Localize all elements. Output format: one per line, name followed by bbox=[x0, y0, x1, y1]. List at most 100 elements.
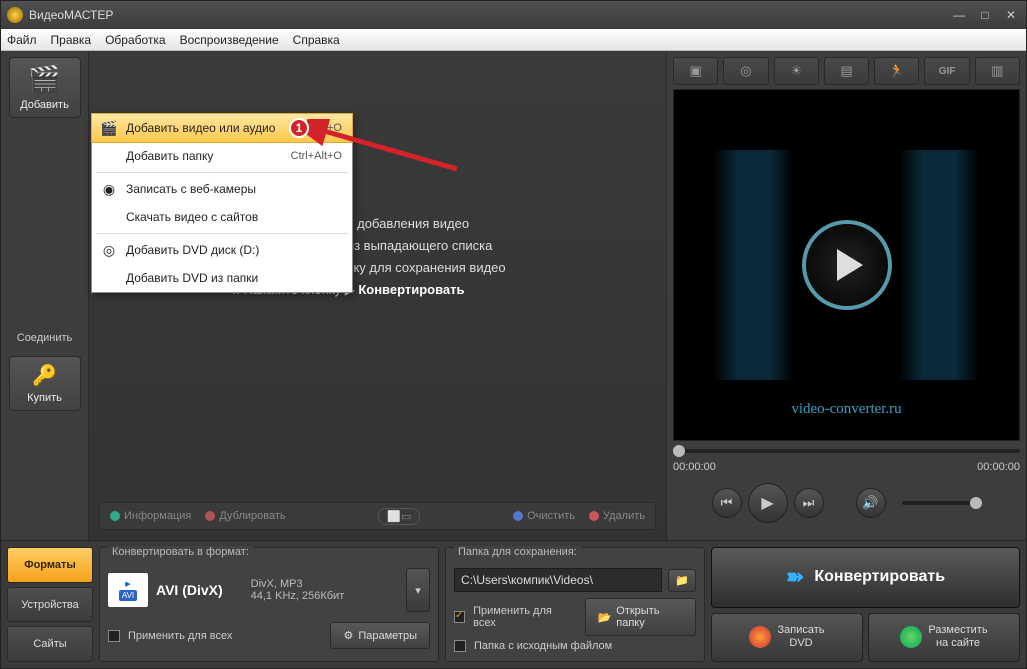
app-title: ВидеоМАСТЕР bbox=[29, 8, 113, 22]
same-as-source-checkbox[interactable] bbox=[454, 640, 466, 652]
effects-icon[interactable]: ◎ bbox=[723, 57, 768, 85]
format-name: AVI (DivX) bbox=[156, 582, 223, 598]
globe-icon bbox=[900, 626, 922, 648]
webcam-icon: ◉ bbox=[100, 180, 118, 198]
folder-panel-title: Папка для сохранения: bbox=[454, 546, 581, 558]
dd-add-video-audio[interactable]: 🎬 Добавить видео или аудио trl+O bbox=[91, 113, 353, 143]
time-current: 00:00:00 bbox=[673, 461, 716, 473]
preview-column: ▣ ◎ ☀ ▤ 🏃 GIF ▥ video-converter.ru 00:00… bbox=[666, 51, 1026, 540]
menu-file[interactable]: Файл bbox=[7, 33, 37, 47]
folder-apply-all-checkbox[interactable] bbox=[454, 611, 465, 623]
info-button[interactable]: Информация bbox=[110, 510, 191, 522]
delete-button[interactable]: Удалить bbox=[589, 510, 645, 522]
clear-button[interactable]: Очистить bbox=[513, 510, 575, 522]
film-plus-icon: 🎬 bbox=[100, 119, 118, 137]
dd-shortcut: trl+O bbox=[318, 122, 342, 134]
duplicate-button[interactable]: Дублировать bbox=[205, 510, 285, 522]
preview-screen: video-converter.ru bbox=[673, 89, 1020, 441]
volume-icon[interactable]: 🔊 bbox=[856, 488, 886, 518]
buy-label: Купить bbox=[27, 392, 62, 404]
seek-slider[interactable] bbox=[673, 449, 1020, 453]
dd-shortcut: Ctrl+Alt+O bbox=[291, 150, 342, 162]
close-button[interactable]: ✕ bbox=[1002, 8, 1020, 22]
brand-text: video-converter.ru bbox=[674, 401, 1019, 418]
menubar: Файл Правка Обработка Воспроизведение Сп… bbox=[1, 29, 1026, 51]
folder-apply-all-label: Применить для всех bbox=[473, 605, 568, 629]
text-icon[interactable]: ▤ bbox=[824, 57, 869, 85]
menu-playback[interactable]: Воспроизведение bbox=[180, 33, 279, 47]
output-tabs: Форматы Устройства Сайты bbox=[7, 547, 93, 662]
cut-icon[interactable]: ▥ bbox=[975, 57, 1020, 85]
add-icon: 🎬 bbox=[12, 64, 78, 95]
tab-formats[interactable]: Форматы bbox=[7, 547, 93, 583]
burn-dvd-label: Записать DVD bbox=[777, 624, 824, 650]
add-dropdown: 🎬 Добавить видео или аудио trl+O Добавит… bbox=[91, 113, 353, 293]
minimize-button[interactable]: — bbox=[950, 8, 968, 22]
maximize-button[interactable]: □ bbox=[976, 8, 994, 22]
left-sidebar: 🎬 Добавить Соединить 🔑 Купить bbox=[1, 51, 89, 540]
app-icon bbox=[7, 7, 23, 23]
publish-label: Разместить на сайте bbox=[928, 624, 987, 650]
crop-icon[interactable]: ▣ bbox=[673, 57, 718, 85]
open-folder-button[interactable]: 📂 Открыть папку bbox=[585, 598, 696, 636]
volume-slider[interactable] bbox=[902, 501, 982, 505]
dd-dvd-disc[interactable]: ◎ Добавить DVD диск (D:) bbox=[92, 236, 352, 264]
buy-button[interactable]: 🔑 Купить bbox=[9, 356, 81, 411]
view-toggle[interactable]: ⬜▭ bbox=[378, 508, 420, 525]
apply-all-checkbox[interactable] bbox=[108, 630, 120, 642]
same-as-source-label: Папка с исходным файлом bbox=[474, 640, 612, 652]
join-label: Соединить bbox=[17, 332, 73, 344]
brightness-icon[interactable]: ☀ bbox=[774, 57, 819, 85]
menu-process[interactable]: Обработка bbox=[105, 33, 166, 47]
prev-button[interactable]: ⏮ bbox=[712, 488, 742, 518]
publish-button[interactable]: Разместить на сайте bbox=[868, 613, 1020, 662]
bottom-panel: Форматы Устройства Сайты Конвертировать … bbox=[1, 540, 1026, 668]
format-file-icon: ▶AVI bbox=[108, 573, 148, 607]
tab-sites[interactable]: Сайты bbox=[7, 626, 93, 662]
blank-icon bbox=[100, 269, 118, 287]
callout-badge: 1 bbox=[289, 118, 309, 138]
browse-button[interactable]: 📁 bbox=[668, 569, 696, 592]
output-path-input[interactable] bbox=[454, 568, 662, 592]
blank-icon bbox=[100, 147, 118, 165]
menu-edit[interactable]: Правка bbox=[51, 33, 92, 47]
next-button[interactable]: ⏭ bbox=[794, 488, 824, 518]
add-label: Добавить bbox=[20, 99, 69, 111]
format-dropdown-button[interactable]: ▾ bbox=[406, 568, 430, 612]
dd-label: Записать с веб-камеры bbox=[126, 182, 256, 196]
convert-label: Конвертировать bbox=[814, 568, 945, 586]
main-area: 🎬 Добавить видео или аудио trl+O Добавит… bbox=[89, 51, 666, 540]
dd-label: Добавить DVD диск (D:) bbox=[126, 243, 259, 257]
gear-icon: ⚙ bbox=[343, 629, 353, 642]
menu-help[interactable]: Справка bbox=[293, 33, 340, 47]
play-button[interactable]: ▶ bbox=[748, 483, 788, 523]
tab-devices[interactable]: Устройства bbox=[7, 587, 93, 623]
format-panel: Конвертировать в формат: ▶AVI AVI (DivX)… bbox=[99, 547, 439, 662]
dvd-burn-icon bbox=[749, 626, 771, 648]
dd-webcam[interactable]: ◉ Записать с веб-камеры bbox=[92, 175, 352, 203]
format-panel-title: Конвертировать в формат: bbox=[108, 546, 253, 558]
dd-add-folder[interactable]: Добавить папку Ctrl+Alt+O bbox=[92, 142, 352, 170]
convert-arrow-icon: ➽ bbox=[786, 564, 804, 590]
gif-icon[interactable]: GIF bbox=[924, 57, 969, 85]
apply-all-label: Применить для всех bbox=[128, 630, 232, 642]
actions-column: ➽ Конвертировать Записать DVD Разместить… bbox=[711, 547, 1020, 662]
add-button[interactable]: 🎬 Добавить bbox=[9, 57, 81, 118]
list-toolbar: Информация Дублировать ⬜▭ Очистить Удали… bbox=[99, 502, 656, 530]
burn-dvd-button[interactable]: Записать DVD bbox=[711, 613, 863, 662]
convert-button[interactable]: ➽ Конвертировать bbox=[711, 547, 1020, 608]
dd-label: Скачать видео с сайтов bbox=[126, 210, 258, 224]
dvd-icon: ◎ bbox=[100, 241, 118, 259]
dd-label: Добавить видео или аудио bbox=[126, 121, 275, 135]
play-big-icon[interactable] bbox=[802, 220, 892, 310]
app-window: ВидеоМАСТЕР — □ ✕ Файл Правка Обработка … bbox=[0, 0, 1027, 669]
dd-label: Добавить DVD из папки bbox=[126, 271, 258, 285]
dd-dvd-folder[interactable]: Добавить DVD из папки bbox=[92, 264, 352, 292]
speed-icon[interactable]: 🏃 bbox=[874, 57, 919, 85]
params-button[interactable]: ⚙Параметры bbox=[330, 622, 430, 649]
seek-row bbox=[673, 449, 1020, 453]
key-icon: 🔑 bbox=[12, 363, 78, 388]
dd-download[interactable]: Скачать видео с сайтов bbox=[92, 203, 352, 231]
dd-label: Добавить папку bbox=[126, 149, 213, 163]
content: 🎬 Добавить Соединить 🔑 Купить 🎬 Добавить… bbox=[1, 51, 1026, 540]
